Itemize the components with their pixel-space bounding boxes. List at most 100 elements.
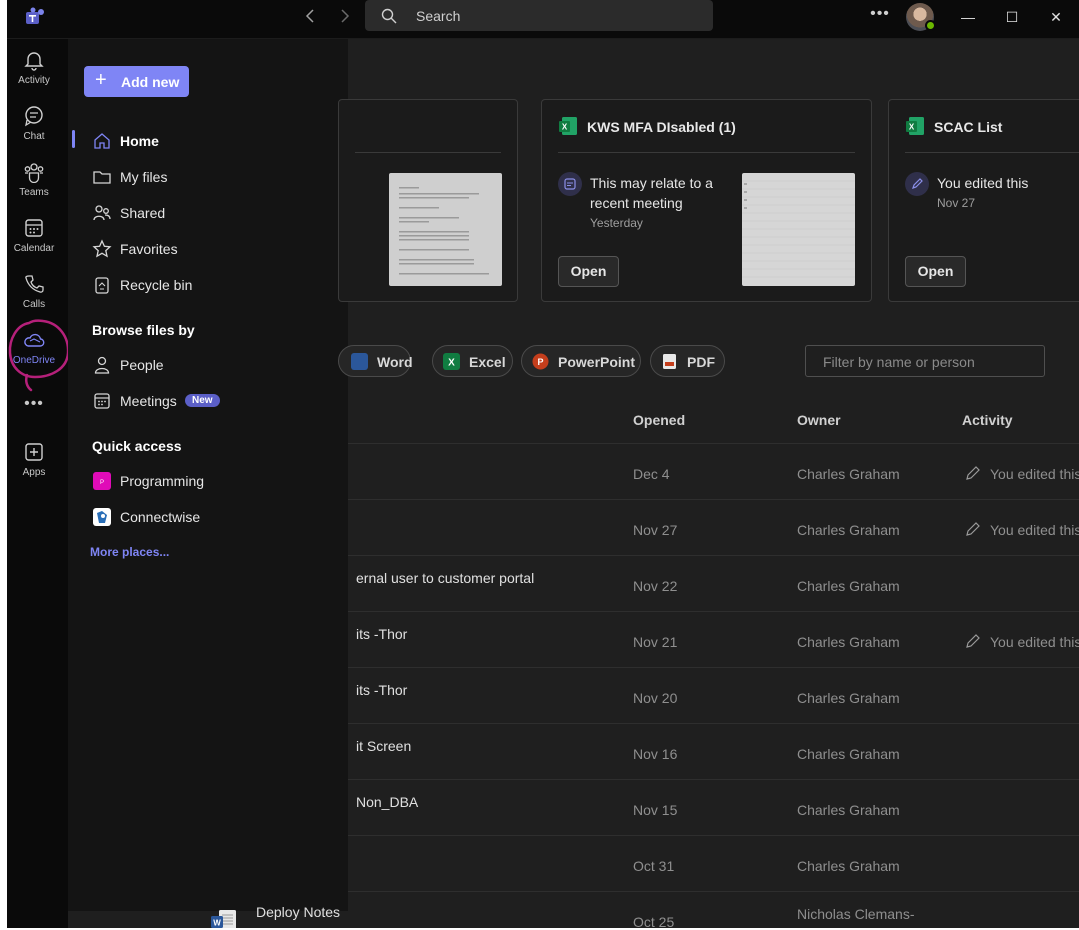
card-title[interactable]: KWS MFA DIsabled (1) [587, 119, 736, 135]
table-row[interactable]: Non_DBA Nov 15 Charles Graham [348, 780, 1079, 836]
file-name[interactable]: Deploy Notes [256, 904, 340, 920]
forward-button[interactable] [332, 6, 356, 28]
nav-item-shared[interactable]: Shared [68, 196, 348, 228]
table-row[interactable]: it Screen Nov 16 Charles Graham [348, 724, 1079, 780]
owner-name: Charles Graham [797, 578, 900, 594]
nav-item-home[interactable]: Home [68, 124, 348, 156]
card-meta: Nov 27 [937, 196, 976, 210]
recent-file-card[interactable]: X KWS MFA DIsabled (1) This may relate t… [541, 99, 872, 302]
rail-item-chat[interactable]: Chat [7, 105, 61, 157]
owner-name: Charles Graham [797, 690, 900, 706]
filter-chip-powerpoint[interactable]: P PowerPoint [521, 345, 641, 377]
filter-by-name-input[interactable]: Filter by name or person [805, 345, 1045, 377]
nav-item-recycle-bin[interactable]: Recycle bin [68, 268, 348, 300]
nav-item-programming[interactable]: P Programming [68, 464, 348, 496]
maximize-button[interactable]: ☐ [997, 6, 1027, 28]
nav-item-my-files[interactable]: My files [68, 160, 348, 192]
filter-chip-word[interactable]: Word [338, 345, 413, 377]
nav-item-label: Connectwise [120, 509, 201, 525]
file-name[interactable]: ernal user to customer portal [356, 570, 534, 586]
table-row[interactable]: Oct 31 Charles Graham [348, 836, 1079, 892]
file-name[interactable]: its -Thor [356, 626, 407, 642]
filter-placeholder: Filter by name or person [823, 354, 975, 370]
rail-label: Calendar [13, 243, 55, 254]
opened-date: Oct 31 [633, 858, 675, 874]
search-icon [381, 8, 397, 24]
card-divider [558, 152, 855, 153]
phone-icon [25, 275, 44, 293]
nav-item-meetings[interactable]: Meetings New [68, 384, 348, 416]
close-button[interactable]: ✕ [1041, 6, 1071, 28]
more-places-link[interactable]: More places... [90, 545, 169, 559]
meeting-icon [558, 172, 582, 196]
main-content: X KWS MFA DIsabled (1) This may relate t… [338, 39, 1079, 928]
chat-icon [25, 106, 43, 127]
nav-item-favorites[interactable]: Favorites [68, 232, 348, 264]
table-row[interactable]: Oct 25 Nicholas Clemans- [348, 892, 1079, 928]
file-name[interactable]: Non_DBA [356, 794, 418, 810]
quick-access-heading: Quick access [92, 438, 182, 454]
document-thumbnail [389, 173, 502, 286]
nav-item-label: Shared [120, 205, 166, 221]
rail-item-calendar[interactable]: Calendar [7, 217, 61, 269]
card-meta: Yesterday [590, 216, 643, 230]
file-name[interactable]: its -Thor [356, 682, 407, 698]
spreadsheet-thumbnail [742, 173, 855, 286]
table-row[interactable]: Dec 4 Charles Graham You edited this [348, 444, 1079, 500]
teams-logo-icon[interactable] [24, 7, 46, 27]
rail-item-apps[interactable]: Apps [7, 441, 61, 493]
card-title[interactable]: SCAC List [934, 119, 1002, 135]
pencil-icon [966, 522, 980, 536]
plus-square-icon [25, 443, 43, 461]
calendar-icon [25, 219, 43, 237]
column-header-owner[interactable]: Owner [797, 412, 841, 428]
folder-icon [93, 171, 111, 184]
rail-item-teams[interactable]: Teams [7, 161, 61, 213]
column-header-activity[interactable]: Activity [962, 412, 1013, 428]
people-icon [93, 205, 111, 221]
excel-icon: X [443, 353, 460, 370]
onedrive-nav-pane: + Add new Home My files Shared Favorites… [68, 39, 348, 911]
open-button[interactable]: Open [558, 256, 619, 287]
nav-item-label: Recycle bin [120, 277, 193, 293]
open-button[interactable]: Open [905, 256, 966, 287]
opened-date: Nov 27 [633, 522, 678, 538]
rail-more-button[interactable]: ••• [7, 395, 61, 413]
add-new-button[interactable]: + Add new [84, 66, 189, 97]
owner-name: Charles Graham [797, 634, 900, 650]
rail-label: Activity [18, 75, 50, 86]
recent-file-card[interactable]: X SCAC List You edited this Nov 27 Open [888, 99, 1079, 302]
nav-item-people[interactable]: People [68, 348, 348, 380]
programming-site-icon: P [93, 472, 111, 490]
filter-chip-pdf[interactable]: PDF [650, 345, 725, 377]
back-button[interactable] [299, 6, 323, 28]
nav-item-label: Home [120, 133, 159, 149]
owner-name: Charles Graham [797, 746, 900, 762]
rail-item-activity[interactable]: Activity [7, 49, 61, 101]
word-doc-icon: W [211, 910, 236, 928]
search-box[interactable]: Search [365, 0, 713, 31]
star-icon [92, 239, 112, 258]
nav-item-connectwise[interactable]: Connectwise [68, 500, 348, 532]
filter-chip-excel[interactable]: X Excel [432, 345, 513, 377]
column-header-opened[interactable]: Opened [633, 412, 685, 428]
table-row[interactable]: its -Thor Nov 20 Charles Graham [348, 668, 1079, 724]
pencil-icon [966, 634, 980, 648]
connectwise-site-icon [93, 508, 111, 526]
pencil-icon [966, 466, 980, 480]
chip-label: Word [377, 354, 413, 370]
plus-icon: + [95, 69, 107, 91]
card-reason-line: You edited this [937, 175, 1029, 191]
recent-file-card[interactable] [338, 99, 518, 302]
card-divider [905, 152, 1079, 153]
table-row[interactable]: its -Thor Nov 21 Charles Graham You edit… [348, 612, 1079, 668]
pdf-icon [663, 354, 676, 369]
table-row[interactable]: ernal user to customer portal Nov 22 Cha… [348, 556, 1079, 612]
svg-text:X: X [562, 123, 568, 132]
minimize-button[interactable]: — [953, 6, 983, 28]
opened-date: Nov 21 [633, 634, 678, 650]
file-name[interactable]: it Screen [356, 738, 411, 754]
table-row[interactable]: Nov 27 Charles Graham You edited this [348, 500, 1079, 556]
svg-text:W: W [213, 919, 221, 928]
more-options-button[interactable]: ••• [867, 5, 893, 27]
